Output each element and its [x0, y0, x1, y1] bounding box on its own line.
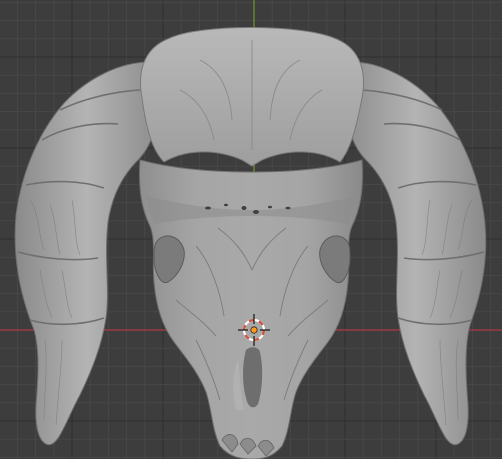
object-origin-icon	[250, 326, 258, 334]
left-horn[interactable]	[14, 61, 159, 446]
ram-skull-mesh[interactable]	[14, 27, 487, 459]
viewport-canvas[interactable]	[0, 0, 502, 459]
right-horn[interactable]	[345, 61, 487, 446]
3d-viewport[interactable]	[0, 0, 502, 459]
